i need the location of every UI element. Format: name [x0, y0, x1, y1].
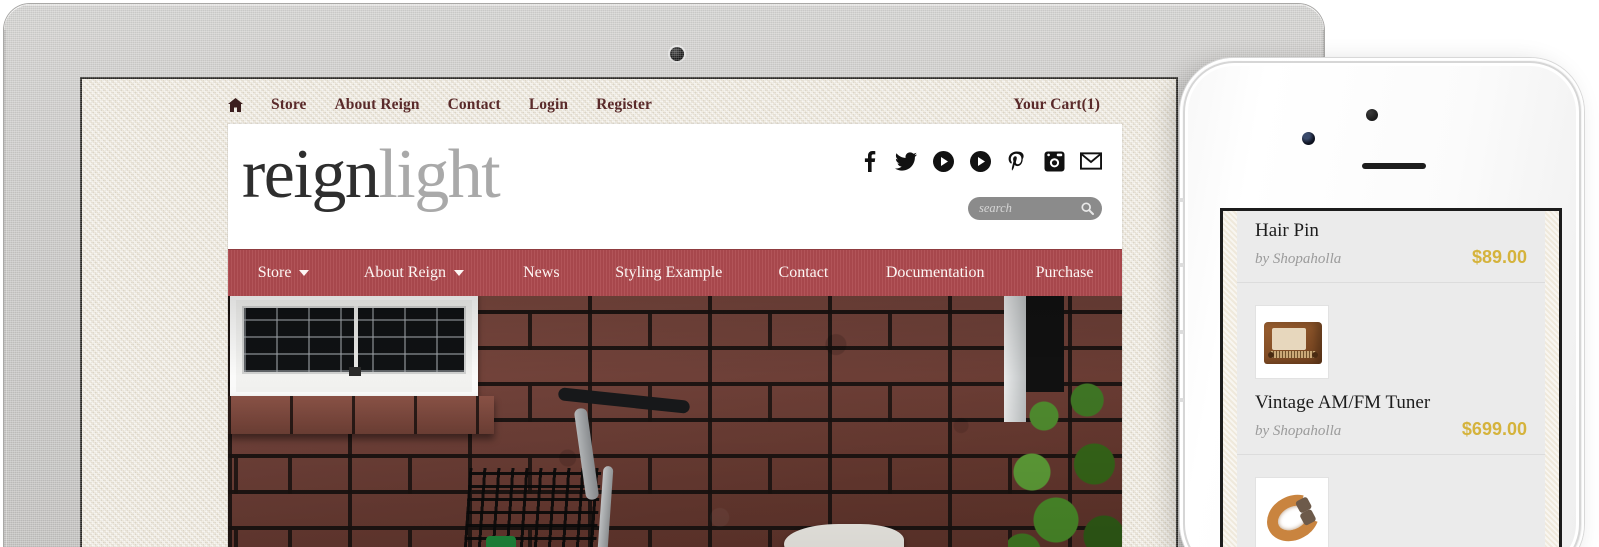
youtube-icon[interactable]	[969, 150, 991, 172]
product-title: Vintage AM/FM Tuner	[1255, 391, 1431, 413]
site-logo[interactable]: reignlight	[242, 140, 501, 210]
nav-item-about-reign[interactable]: About Reign	[335, 96, 420, 114]
product-list-item[interactable]: Vintage AM/FM Tuner by Shopaholla $699.0…	[1237, 283, 1545, 455]
main-nav-label: About Reign	[363, 264, 446, 281]
site-content-card: reignlight search Store About Reign News…	[228, 124, 1122, 547]
main-nav-item-styling-example[interactable]: Styling Example	[594, 264, 743, 282]
top-utility-nav: Store About Reign Contact Login Register	[82, 79, 1176, 131]
laptop-mockup: Store About Reign Contact Login Register	[4, 4, 1324, 547]
phone-mockup: Hair Pin by Shopaholla $89.00 Vintage AM…	[1179, 58, 1584, 547]
chevron-down-icon	[454, 270, 464, 276]
radio-knob-left	[1268, 351, 1274, 358]
top-nav-link[interactable]: Register	[596, 96, 652, 113]
ivory-bracelet-image	[1258, 485, 1328, 547]
website-viewport: Store About Reign Contact Login Register	[80, 77, 1178, 547]
home-link[interactable]	[228, 98, 243, 112]
search-box[interactable]: search	[968, 197, 1102, 220]
laptop-bezel-highlight	[4, 4, 1324, 6]
main-nav-label: Store	[257, 264, 292, 281]
product-thumbnail[interactable]	[1255, 304, 1329, 379]
top-nav-link[interactable]: Login	[529, 96, 568, 113]
product-list-item[interactable]: Faux Ivory Bracelet by Shopaholla $259.0…	[1237, 455, 1545, 547]
main-nav-link[interactable]: Documentation	[886, 264, 985, 282]
main-nav-link[interactable]: Styling Example	[615, 264, 722, 282]
brand-header: reignlight search	[228, 124, 1122, 249]
facebook-icon[interactable]	[858, 150, 880, 172]
main-nav-item-news[interactable]: News	[489, 264, 594, 282]
main-nav-item-purchase[interactable]: Purchase	[1007, 264, 1122, 282]
product-meta: by Shopaholla $89.00	[1255, 247, 1527, 268]
mobile-product-list: Hair Pin by Shopaholla $89.00 Vintage AM…	[1237, 211, 1545, 547]
logo-secondary-text: light	[378, 136, 500, 213]
product-vendor: by Shopaholla	[1255, 422, 1342, 439]
nav-item-contact[interactable]: Contact	[448, 96, 501, 114]
product-title: Hair Pin	[1255, 220, 1319, 241]
main-nav-link[interactable]: Store	[258, 264, 310, 282]
product-vendor: by Shopaholla	[1255, 250, 1342, 267]
main-nav-item-contact[interactable]: Contact	[744, 264, 864, 282]
phone-screen: Hair Pin by Shopaholla $89.00 Vintage AM…	[1220, 208, 1562, 547]
phone-earpiece-speaker	[1362, 163, 1426, 169]
vimeo-icon[interactable]	[932, 150, 954, 172]
top-nav-link[interactable]: Contact	[448, 96, 501, 113]
nav-item-store[interactable]: Store	[271, 96, 307, 114]
laptop-bezel-left-edge	[4, 30, 7, 547]
top-nav-link[interactable]: About Reign	[335, 96, 420, 113]
twitter-icon[interactable]	[895, 150, 917, 172]
nav-item-register[interactable]: Register	[596, 96, 652, 114]
main-navigation: Store About Reign News Styling Example C…	[228, 249, 1122, 296]
product-list-item[interactable]: Hair Pin by Shopaholla $89.00	[1237, 211, 1545, 283]
product-price: $89.00	[1471, 246, 1527, 267]
hero-image[interactable]	[228, 296, 1122, 547]
nav-item-home[interactable]	[228, 98, 243, 112]
product-thumbnail[interactable]	[1255, 476, 1329, 547]
main-nav-link[interactable]: About Reign	[364, 264, 464, 282]
cart-link[interactable]: Your Cart(1)	[1013, 96, 1100, 114]
phone-front-camera	[1302, 132, 1315, 145]
phone-page-texture-right	[1545, 211, 1559, 547]
hero-vignette	[228, 296, 1122, 547]
vintage-radio-image	[1264, 321, 1322, 364]
phone-proximity-sensor	[1366, 109, 1378, 121]
search-icon[interactable]	[1081, 202, 1094, 215]
main-nav-link[interactable]: Contact	[779, 264, 829, 282]
product-mockup-scene: Store About Reign Contact Login Register	[0, 0, 1599, 547]
main-nav-item-about-reign[interactable]: About Reign	[339, 264, 488, 282]
main-nav-item-documentation[interactable]: Documentation	[863, 264, 1007, 282]
top-nav-link[interactable]: Store	[271, 96, 307, 113]
product-price: $699.00	[1461, 418, 1527, 439]
search-input[interactable]: search	[979, 201, 1081, 216]
instagram-icon[interactable]	[1043, 150, 1065, 172]
laptop-webcam	[670, 47, 684, 61]
main-nav-link[interactable]: News	[523, 264, 559, 282]
phone-page-texture-left	[1223, 211, 1237, 547]
social-links	[858, 150, 1102, 172]
main-nav-link[interactable]: Purchase	[1036, 264, 1094, 282]
top-nav-list: Store About Reign Contact Login Register	[228, 96, 680, 114]
main-nav-item-store[interactable]: Store	[228, 264, 339, 282]
radio-speaker-grille	[1270, 350, 1316, 358]
phone-antenna-line	[1179, 330, 1184, 334]
nav-item-login[interactable]: Login	[529, 96, 568, 114]
product-meta: by Shopaholla $699.00	[1255, 419, 1527, 440]
radio-dial	[1272, 327, 1306, 350]
phone-antenna-line	[1179, 198, 1184, 202]
phone-antenna-line	[1179, 398, 1184, 402]
chevron-down-icon	[299, 270, 310, 276]
logo-primary-text: reign	[242, 136, 380, 213]
email-icon[interactable]	[1080, 150, 1102, 172]
phone-antenna-line	[1179, 263, 1184, 267]
radio-knob-right	[1312, 351, 1318, 358]
home-icon	[228, 98, 243, 112]
pinterest-icon[interactable]	[1006, 150, 1028, 172]
